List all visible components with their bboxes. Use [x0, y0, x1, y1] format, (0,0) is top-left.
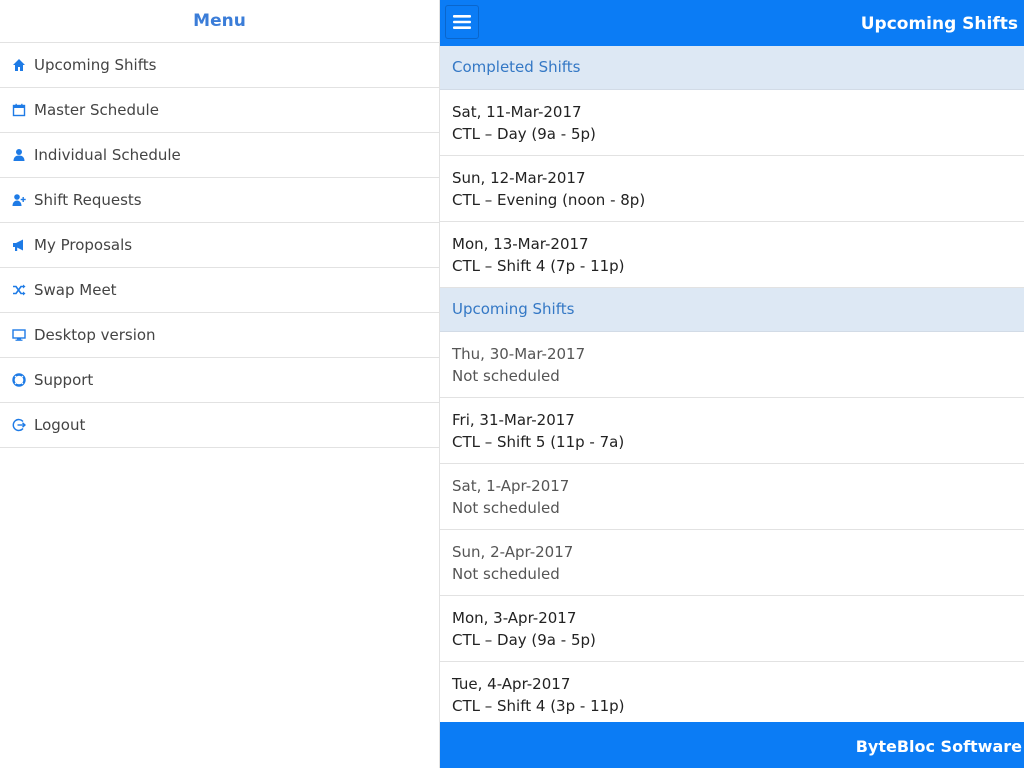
- shift-detail: CTL – Day (9a - 5p): [452, 124, 596, 143]
- sidebar-item-label: Logout: [34, 416, 86, 434]
- sidebar-item-label: Master Schedule: [34, 101, 159, 119]
- sidebar-item-label: Shift Requests: [34, 191, 142, 209]
- footer-bar: ByteBloc Software: [440, 722, 1024, 768]
- shift-row[interactable]: Sat, 11-Mar-2017 CTL – Day (9a - 5p): [440, 90, 1024, 156]
- shift-detail: CTL – Day (9a - 5p): [452, 630, 596, 649]
- shift-date: Sun, 12-Mar-2017: [452, 168, 586, 187]
- user-add-icon: [11, 192, 27, 208]
- completed-shifts-header: Completed Shifts: [440, 46, 1024, 90]
- sidebar-item-swap-meet[interactable]: Swap Meet: [0, 268, 439, 313]
- shift-row[interactable]: Tue, 4-Apr-2017 CTL – Shift 4 (3p - 11p): [440, 662, 1024, 728]
- menu-title: Menu: [0, 0, 439, 43]
- megaphone-icon: [11, 237, 27, 253]
- upcoming-shifts-header: Upcoming Shifts: [440, 288, 1024, 332]
- logout-icon: [11, 417, 27, 433]
- shift-row[interactable]: Sun, 12-Mar-2017 CTL – Evening (noon - 8…: [440, 156, 1024, 222]
- sidebar-item-support[interactable]: Support: [0, 358, 439, 403]
- main-panel: Upcoming Shifts Completed Shifts Sat, 11…: [440, 0, 1024, 768]
- sidebar-item-my-proposals[interactable]: My Proposals: [0, 223, 439, 268]
- sidebar-item-label: Individual Schedule: [34, 146, 181, 164]
- shift-date: Sat, 11-Mar-2017: [452, 102, 582, 121]
- monitor-icon: [11, 327, 27, 343]
- sidebar-item-logout[interactable]: Logout: [0, 403, 439, 448]
- sidebar-item-label: Support: [34, 371, 94, 389]
- menu-toggle-button[interactable]: [445, 5, 479, 39]
- sidebar-item-upcoming-shifts[interactable]: Upcoming Shifts: [0, 43, 439, 88]
- sidebar-item-label: Upcoming Shifts: [34, 56, 157, 74]
- shuffle-icon: [11, 282, 27, 298]
- shift-row[interactable]: Sun, 2-Apr-2017 Not scheduled: [440, 530, 1024, 596]
- sidebar-item-label: My Proposals: [34, 236, 133, 254]
- shift-date: Fri, 31-Mar-2017: [452, 410, 575, 429]
- shift-detail: Not scheduled: [452, 564, 560, 583]
- shift-row[interactable]: Fri, 31-Mar-2017 CTL – Shift 5 (11p - 7a…: [440, 398, 1024, 464]
- shift-date: Tue, 4-Apr-2017: [452, 674, 571, 693]
- calendar-icon: [11, 102, 27, 118]
- shift-row[interactable]: Mon, 13-Mar-2017 CTL – Shift 4 (7p - 11p…: [440, 222, 1024, 288]
- shift-detail: CTL – Shift 5 (11p - 7a): [452, 432, 625, 451]
- shift-row[interactable]: Mon, 3-Apr-2017 CTL – Day (9a - 5p): [440, 596, 1024, 662]
- lifebuoy-icon: [11, 372, 27, 388]
- shift-date: Thu, 30-Mar-2017: [452, 344, 586, 363]
- shift-row[interactable]: Thu, 30-Mar-2017 Not scheduled: [440, 332, 1024, 398]
- shift-date: Mon, 3-Apr-2017: [452, 608, 577, 627]
- shift-detail: Not scheduled: [452, 498, 560, 517]
- shift-detail: CTL – Shift 4 (3p - 11p): [452, 696, 625, 715]
- shift-detail: CTL – Shift 4 (7p - 11p): [452, 256, 625, 275]
- top-bar: Upcoming Shifts: [440, 0, 1024, 46]
- page-title: Upcoming Shifts: [860, 14, 1018, 34]
- shift-detail: Not scheduled: [452, 366, 560, 385]
- sidebar-item-label: Desktop version: [34, 326, 156, 344]
- footer-brand: ByteBloc Software: [855, 737, 1022, 756]
- sidebar-item-master-schedule[interactable]: Master Schedule: [0, 88, 439, 133]
- shift-date: Sat, 1-Apr-2017: [452, 476, 570, 495]
- home-icon: [11, 57, 27, 73]
- shift-date: Mon, 13-Mar-2017: [452, 234, 589, 253]
- sidebar-item-individual-schedule[interactable]: Individual Schedule: [0, 133, 439, 178]
- shift-date: Sun, 2-Apr-2017: [452, 542, 574, 561]
- shift-row[interactable]: Sat, 1-Apr-2017 Not scheduled: [440, 464, 1024, 530]
- sidebar-menu: Menu Upcoming Shifts Master Schedule Ind…: [0, 0, 440, 768]
- sidebar-item-desktop-version[interactable]: Desktop version: [0, 313, 439, 358]
- hamburger-icon: [453, 15, 471, 29]
- sidebar-item-shift-requests[interactable]: Shift Requests: [0, 178, 439, 223]
- sidebar-item-label: Swap Meet: [34, 281, 117, 299]
- user-icon: [11, 147, 27, 163]
- shift-detail: CTL – Evening (noon - 8p): [452, 190, 646, 209]
